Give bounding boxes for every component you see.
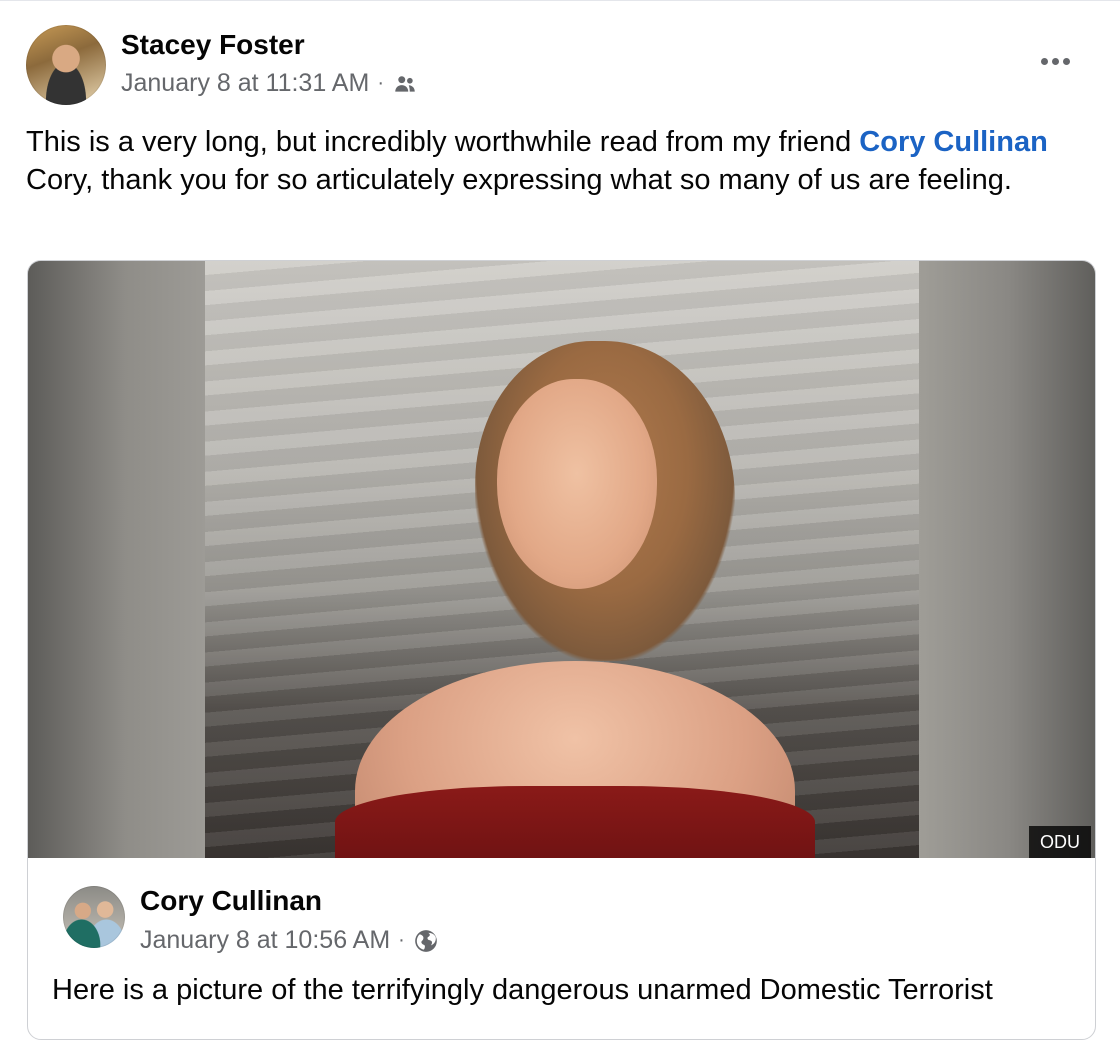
mention-link[interactable]: Cory Cullinan bbox=[859, 126, 1048, 158]
post-timestamp[interactable]: January 8 at 11:31 AM bbox=[121, 69, 369, 98]
shared-photo[interactable]: ODU bbox=[28, 261, 1095, 858]
shared-post-text: Here is a picture of the terrifyingly da… bbox=[52, 974, 993, 1006]
author-name[interactable]: Stacey Foster bbox=[121, 29, 305, 61]
author-avatar[interactable] bbox=[26, 25, 106, 105]
photo-dress bbox=[335, 786, 815, 858]
shared-post-timestamp[interactable]: January 8 at 10:56 AM bbox=[140, 926, 390, 955]
shared-post[interactable]: ODU Cory Cullinan January 8 at 10:56 AM … bbox=[27, 260, 1096, 1040]
more-options-button[interactable] bbox=[1030, 41, 1080, 81]
shared-meta-separator: · bbox=[398, 929, 405, 951]
photo-portrait bbox=[205, 261, 919, 858]
shared-author-avatar[interactable] bbox=[63, 886, 125, 948]
photo-blur-right bbox=[919, 261, 1095, 858]
shared-author-name[interactable]: Cory Cullinan bbox=[140, 885, 322, 917]
photo-face bbox=[497, 379, 657, 589]
meta-separator: · bbox=[377, 72, 384, 94]
friends-icon[interactable] bbox=[392, 71, 418, 97]
post-text-before: This is a very long, but incredibly wort… bbox=[26, 126, 860, 158]
more-horizontal-icon bbox=[1040, 57, 1048, 65]
post-card: Stacey Foster January 8 at 11:31 AM · Th… bbox=[0, 0, 1120, 1040]
photo-credit-badge: ODU bbox=[1029, 826, 1091, 858]
shared-post-meta: January 8 at 10:56 AM · bbox=[140, 926, 439, 955]
post-text-after: Cory, thank you for so articulately expr… bbox=[26, 164, 1012, 196]
globe-icon[interactable] bbox=[413, 928, 439, 954]
post-text: This is a very long, but incredibly wort… bbox=[26, 123, 1096, 199]
photo-blur-left bbox=[28, 261, 205, 858]
more-dot bbox=[1062, 57, 1070, 65]
post-meta: January 8 at 11:31 AM · bbox=[121, 69, 418, 98]
more-dot bbox=[1051, 57, 1059, 65]
